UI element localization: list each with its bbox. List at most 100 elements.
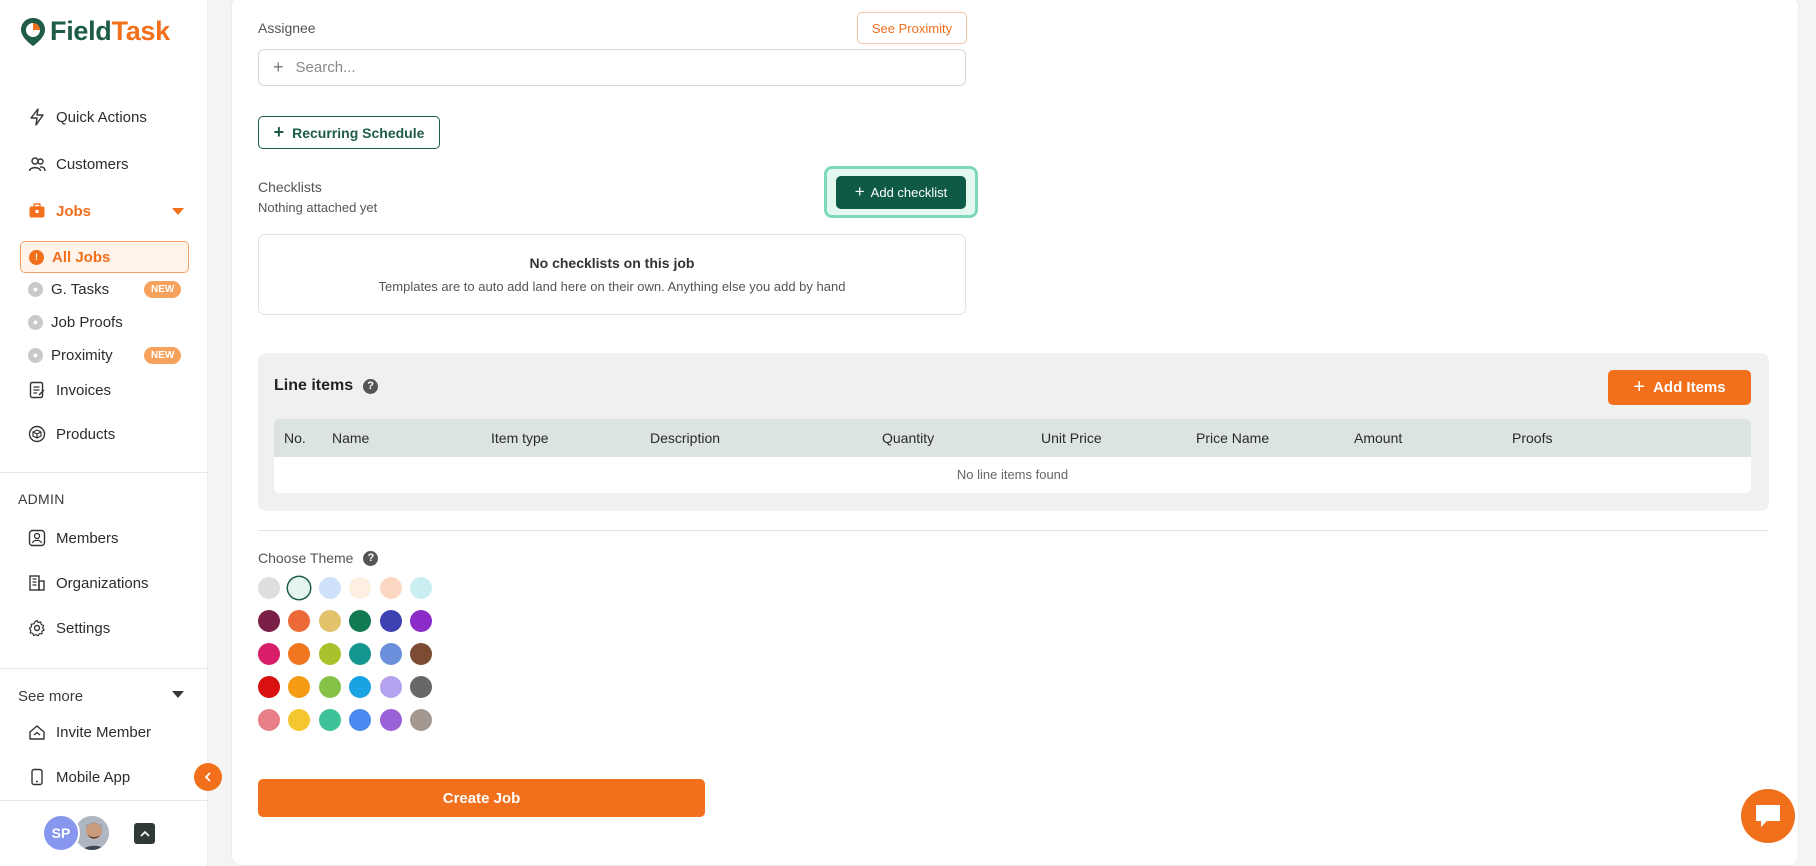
- create-job-button[interactable]: Create Job: [258, 779, 705, 817]
- assignee-search-input[interactable]: + Search...: [258, 49, 966, 86]
- add-checklist-highlight: + Add checklist: [824, 166, 978, 218]
- nav-invoices[interactable]: Invoices: [28, 378, 111, 402]
- expand-up-button[interactable]: [134, 823, 155, 844]
- add-items-button[interactable]: + Add Items: [1608, 370, 1751, 405]
- theme-swatch[interactable]: [410, 676, 432, 698]
- theme-swatch[interactable]: [379, 676, 402, 698]
- theme-swatch[interactable]: [318, 643, 341, 665]
- chat-button[interactable]: [1741, 789, 1795, 843]
- button-label: Add Items: [1653, 379, 1726, 396]
- users-icon: [28, 157, 46, 172]
- theme-swatch[interactable]: [410, 610, 432, 632]
- sidebar-item-job-proofs[interactable]: ● Job Proofs: [28, 311, 123, 333]
- nav-members[interactable]: Members: [28, 526, 119, 550]
- location-dot-icon: ●: [28, 347, 43, 363]
- theme-swatch[interactable]: [379, 610, 402, 632]
- new-badge: NEW: [144, 281, 182, 298]
- briefcase-icon: [29, 203, 45, 218]
- theme-swatch[interactable]: [258, 709, 280, 731]
- nav-invite-member[interactable]: Invite Member: [28, 720, 151, 744]
- brand-logo[interactable]: FieldTask: [20, 16, 170, 47]
- checklists-subtext: Nothing attached yet: [258, 200, 378, 215]
- assignee-label: Assignee: [258, 20, 316, 36]
- theme-swatch[interactable]: [379, 643, 402, 665]
- sidebar: FieldTask Quick Actions Customers Jobs !…: [0, 0, 208, 866]
- see-proximity-button[interactable]: See Proximity: [857, 12, 967, 44]
- theme-swatch[interactable]: [318, 709, 341, 731]
- theme-swatch[interactable]: [318, 577, 341, 599]
- column-header: Amount: [1354, 430, 1403, 446]
- choose-theme-label: Choose Theme ?: [258, 550, 379, 566]
- brand-name-task: Task: [111, 16, 171, 46]
- nav-label: Proximity: [51, 346, 113, 364]
- theme-swatch[interactable]: [410, 577, 432, 599]
- add-checklist-button[interactable]: + Add checklist: [836, 175, 966, 209]
- nav-label: Invite Member: [56, 723, 152, 741]
- nav-mobile-app[interactable]: Mobile App: [28, 765, 130, 789]
- see-more-toggle[interactable]: See more: [18, 688, 83, 705]
- line-items-table-header: No. Name Item type Description Quantity …: [274, 419, 1751, 457]
- nav-label: Customers: [56, 155, 129, 173]
- theme-swatch[interactable]: [258, 643, 280, 665]
- nav-settings[interactable]: Settings: [28, 616, 110, 640]
- sidebar-divider: [0, 472, 208, 473]
- sidebar-divider: [0, 668, 208, 669]
- column-header: No.: [284, 430, 306, 446]
- nav-label: Invoices: [56, 381, 112, 399]
- logo-pin-icon: [21, 17, 45, 46]
- column-header: Proofs: [1512, 430, 1553, 446]
- checklists-label: Checklists: [258, 179, 322, 195]
- recurring-schedule-button[interactable]: + Recurring Schedule: [258, 116, 440, 149]
- theme-swatch[interactable]: [318, 676, 341, 698]
- help-icon[interactable]: ?: [363, 550, 379, 566]
- checklist-empty-state: No checklists on this job Templates are …: [258, 234, 966, 315]
- sidebar-item-all-jobs[interactable]: ! All Jobs: [20, 241, 189, 273]
- nav-label: Products: [56, 425, 116, 443]
- nav-label: Settings: [56, 619, 111, 637]
- theme-swatch[interactable]: [379, 577, 402, 599]
- brand-name-field: Field: [50, 16, 112, 46]
- nav-products[interactable]: Products: [28, 422, 115, 446]
- column-header: Quantity: [882, 430, 935, 446]
- nav-label: G. Tasks: [51, 280, 110, 298]
- sidebar-item-g-tasks[interactable]: ● G. Tasks: [28, 278, 109, 300]
- nav-jobs[interactable]: Jobs: [28, 199, 91, 223]
- theme-swatch[interactable]: [258, 676, 280, 698]
- person-dot-icon: ●: [28, 281, 43, 297]
- theme-swatch[interactable]: [410, 643, 432, 665]
- sidebar-item-proximity[interactable]: ● Proximity: [28, 344, 113, 366]
- column-header: Name: [332, 430, 370, 446]
- chevron-up-icon: [139, 830, 150, 837]
- nav-label: Mobile App: [56, 768, 131, 786]
- search-placeholder: Search...: [295, 59, 356, 76]
- avatar-initials[interactable]: SP: [42, 814, 80, 852]
- theme-swatch[interactable]: [258, 577, 280, 599]
- nav-organizations[interactable]: Organizations: [28, 571, 149, 595]
- person-photo-icon: [75, 816, 109, 850]
- theme-swatch[interactable]: [258, 610, 280, 632]
- theme-swatch[interactable]: [410, 709, 432, 731]
- checklist-empty-description: Templates are to auto add land here on t…: [378, 279, 846, 294]
- proof-dot-icon: ●: [28, 314, 43, 330]
- member-icon: [28, 529, 46, 547]
- nav-quick-actions[interactable]: Quick Actions: [28, 105, 147, 129]
- column-header: Item type: [491, 430, 549, 446]
- see-more-chevron-down-icon[interactable]: [172, 691, 184, 698]
- invoice-icon: [29, 381, 45, 399]
- new-badge: NEW: [144, 347, 182, 364]
- theme-swatch[interactable]: [379, 709, 402, 731]
- plus-icon: +: [854, 182, 865, 201]
- phone-icon: [31, 768, 43, 786]
- button-label: Add checklist: [870, 184, 948, 200]
- theme-swatch[interactable]: [318, 610, 341, 632]
- button-label: Recurring Schedule: [292, 124, 425, 141]
- column-header: Description: [650, 430, 721, 446]
- nav-label: Quick Actions: [56, 108, 147, 126]
- column-header: Price Name: [1196, 430, 1270, 446]
- help-icon[interactable]: ?: [363, 378, 379, 394]
- nav-customers[interactable]: Customers: [28, 152, 129, 176]
- nav-label: Organizations: [56, 574, 149, 592]
- sidebar-collapse-button[interactable]: [194, 763, 222, 791]
- jobs-chevron-down-icon[interactable]: [172, 208, 184, 215]
- plus-icon: +: [273, 57, 284, 77]
